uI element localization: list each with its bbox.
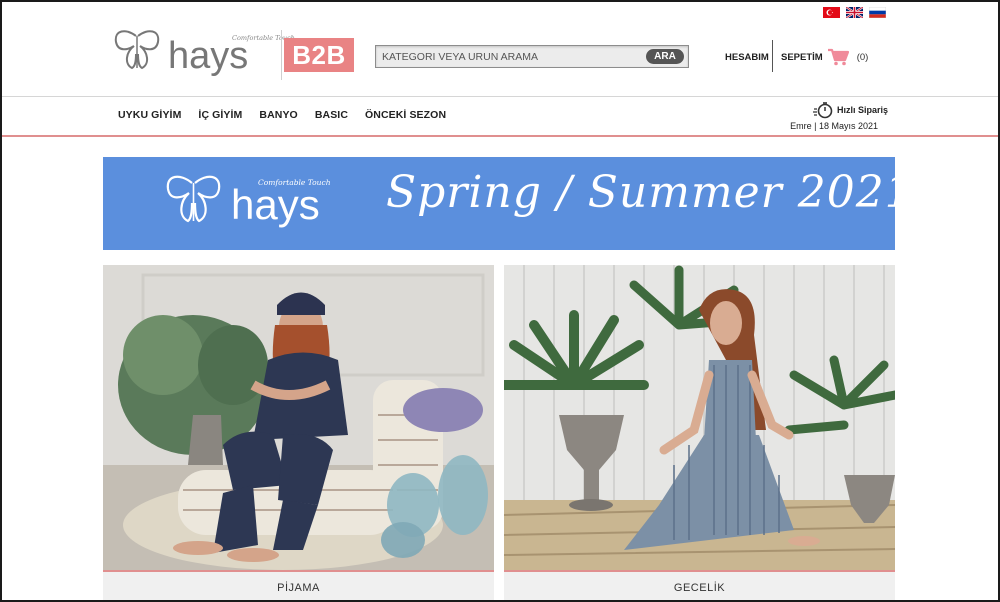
account-divider	[772, 40, 773, 72]
butterfly-icon	[166, 175, 221, 223]
user-date: Emre | 18 Mayıs 2021	[790, 121, 878, 131]
nav-item-ic-giyim[interactable]: İÇ GİYİM	[198, 109, 242, 121]
russian-flag-icon[interactable]	[869, 7, 886, 18]
cart-count: (0)	[856, 51, 869, 63]
category-label-pijama[interactable]: PİJAMA	[103, 572, 494, 600]
logo-divider	[281, 30, 282, 80]
account-link[interactable]: HESABIM	[725, 52, 769, 63]
nav-divider	[2, 135, 998, 137]
english-flag-icon[interactable]	[846, 7, 863, 18]
nav-item-onceki-sezon[interactable]: ÖNCEKİ SEZON	[365, 109, 446, 121]
banner-logo: hays Comfortable Touch	[166, 175, 331, 228]
header-divider	[2, 96, 998, 97]
promo-banner[interactable]: hays Comfortable Touch Spring / Summer 2…	[103, 157, 913, 250]
category-card-gecelik[interactable]: GECELİK	[504, 265, 895, 600]
gecelik-photo	[504, 265, 895, 570]
nav-item-basic[interactable]: BASIC	[315, 109, 348, 121]
pijama-photo	[103, 265, 494, 570]
shopping-cart-icon	[827, 48, 849, 66]
category-label-gecelik[interactable]: GECELİK	[504, 572, 895, 600]
b2b-badge: B2B	[284, 38, 354, 72]
butterfly-icon	[114, 30, 160, 70]
search-input[interactable]	[376, 46, 688, 67]
stopwatch-icon	[813, 102, 833, 119]
cart-label: SEPETİM	[781, 51, 823, 63]
nav-item-uyku-giyim[interactable]: UYKU GİYİM	[118, 109, 181, 121]
search-button[interactable]: ARA	[646, 49, 684, 64]
cart-link[interactable]: SEPETİM (0)	[781, 48, 868, 66]
svg-text:hays: hays	[231, 181, 320, 228]
quick-order-link[interactable]: Hızlı Sipariş	[813, 101, 888, 119]
banner-headline: Spring / Summer 2021	[386, 167, 914, 218]
page-frame: hays Comfortable Touch B2B ARA HESABIM S…	[0, 0, 1000, 602]
language-switcher	[823, 7, 886, 18]
quick-order-label: Hızlı Sipariş	[837, 105, 889, 115]
category-card-pijama[interactable]: PİJAMA	[103, 265, 494, 600]
nav-item-banyo[interactable]: BANYO	[259, 109, 297, 121]
svg-text:Comfortable Touch: Comfortable Touch	[258, 178, 331, 187]
search-bar: ARA	[375, 45, 689, 68]
main-nav: UYKU GİYİM İÇ GİYİM BANYO BASIC ÖNCEKİ S…	[118, 109, 463, 121]
turkish-flag-icon[interactable]	[823, 7, 840, 18]
